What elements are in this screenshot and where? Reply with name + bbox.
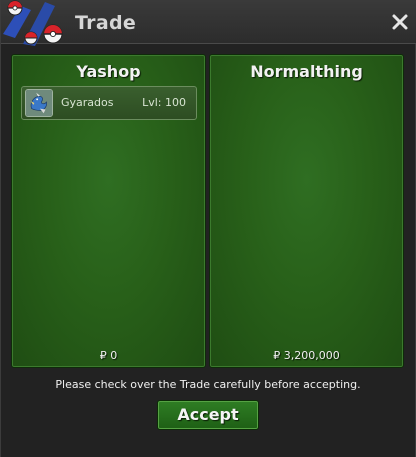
- accept-button[interactable]: Accept: [157, 400, 259, 430]
- gyarados-sprite-icon: [25, 89, 53, 117]
- trade-window: Trade Yashop Gyarados Lvl: 100 ₽ 0 Norma…: [0, 0, 416, 457]
- player-name-right: Normalthing: [250, 62, 363, 81]
- item-level: Lvl: 100: [142, 96, 186, 109]
- window-title: Trade: [75, 12, 137, 34]
- trade-notice: Please check over the Trade carefully be…: [55, 378, 361, 391]
- money-left: ₽ 0: [99, 349, 118, 362]
- trade-panel-right: Normalthing ₽ 3,200,000: [209, 54, 404, 368]
- trade-item-gyarados[interactable]: Gyarados Lvl: 100: [21, 86, 197, 120]
- title-bar[interactable]: Trade: [1, 0, 416, 46]
- close-icon[interactable]: [391, 13, 409, 31]
- pokeball-logo-icon: [3, 0, 63, 46]
- player-name-left: Yashop: [76, 62, 141, 81]
- money-right: ₽ 3,200,000: [273, 349, 340, 362]
- trade-panel-left: Yashop Gyarados Lvl: 100 ₽ 0: [11, 54, 206, 368]
- item-name: Gyarados: [61, 96, 114, 109]
